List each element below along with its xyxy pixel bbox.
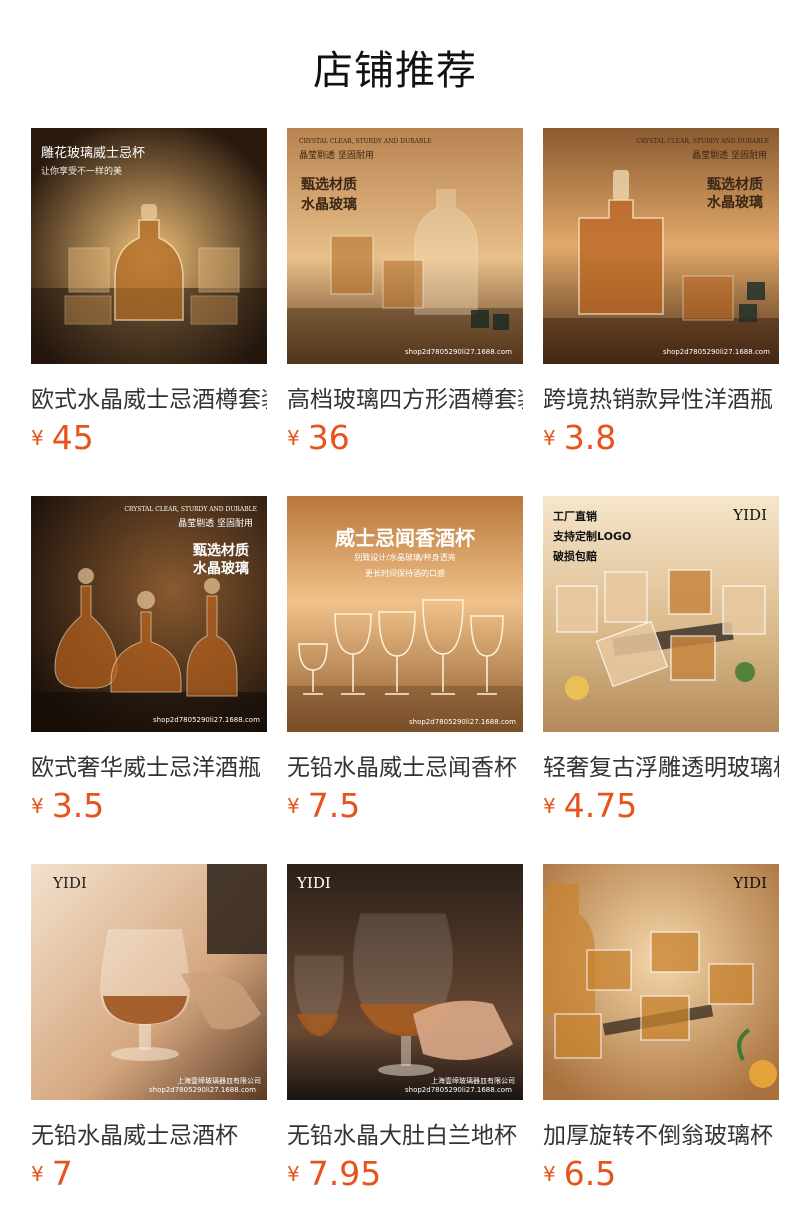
brand-logo: YIDI (733, 506, 767, 524)
image-caption: 甄选材质 (301, 177, 357, 193)
currency-symbol: ¥ (31, 426, 44, 450)
image-caption: CRYSTAL CLEAR, STURDY AND DURABLE (636, 138, 769, 145)
currency-symbol: ¥ (31, 1162, 44, 1186)
product-image[interactable]: CRYSTAL CLEAR, STURDY AND DURABLE 晶莹剔透 坚… (287, 128, 523, 364)
price-value: 36 (307, 418, 350, 457)
product-card[interactable]: CRYSTAL CLEAR, STURDY AND DURABLE 晶莹剔透 坚… (31, 496, 267, 825)
square-decanter-icon (543, 128, 779, 364)
product-card[interactable]: YIDI 加厚旋转不倒翁玻璃杯 ¥6.5 (543, 864, 779, 1193)
brand-logo: YIDI (53, 874, 87, 892)
tumbler-glasses-icon (543, 864, 779, 1100)
image-caption: 雕花玻璃威士忌杯 (41, 146, 146, 161)
brand-logo: YIDI (297, 874, 331, 892)
product-name[interactable]: 无铅水晶威士忌闻香杯 (287, 748, 523, 782)
image-caption: shop2d7805290li27.1688.com (663, 348, 770, 356)
currency-symbol: ¥ (287, 426, 300, 450)
image-caption: shop2d7805290li27.1688.com (405, 348, 512, 356)
product-image[interactable]: YIDI 上海壹缔玻璃器皿有限公司 shop2d7805290li27.1688… (31, 864, 267, 1100)
image-caption: CRYSTAL CLEAR, STURDY AND DURABLE (124, 506, 257, 513)
product-image[interactable]: 威士忌闻香酒杯 别致设计/水晶玻璃/杯身透亮 更长时间保持酒的口感 shop2d… (287, 496, 523, 732)
image-caption: shop2d7805290li27.1688.com (405, 1086, 512, 1094)
price-value: 7 (51, 1154, 73, 1193)
product-card[interactable]: YIDI 上海壹缔玻璃器皿有限公司 shop2d7805290li27.1688… (287, 864, 523, 1193)
image-caption: 晶莹剔透 坚固耐用 (692, 151, 767, 161)
tulip-glass-icon (31, 864, 267, 1100)
product-image[interactable]: 工厂直销 支持定制LOGO 破损包赔 YIDI (543, 496, 779, 732)
page-title: 店铺推荐 (313, 48, 477, 94)
product-name[interactable]: 跨境热销款异性洋酒瓶 (543, 380, 779, 414)
currency-symbol: ¥ (31, 794, 44, 818)
product-price: ¥3.8 (543, 418, 616, 457)
product-name[interactable]: 加厚旋转不倒翁玻璃杯 (543, 1116, 779, 1150)
product-card[interactable]: YIDI 上海壹缔玻璃器皿有限公司 shop2d7805290li27.1688… (31, 864, 267, 1193)
product-image[interactable]: YIDI (543, 864, 779, 1100)
image-caption: 工厂直销 (553, 510, 597, 523)
image-caption: 晶莹剔透 坚固耐用 (299, 151, 374, 161)
product-card[interactable]: CRYSTAL CLEAR, STURDY AND DURABLE 晶莹剔透 坚… (543, 128, 779, 457)
product-card[interactable]: CRYSTAL CLEAR, STURDY AND DURABLE 晶莹剔透 坚… (287, 128, 523, 457)
product-card[interactable]: 雕花玻璃威士忌杯 让你享受不一样的美 欧式水晶威士忌酒樽套装 ¥45 (31, 128, 267, 457)
brand-logo: YIDI (733, 874, 767, 892)
price-value: 7.5 (307, 786, 361, 825)
three-decanters-icon (31, 496, 267, 732)
image-caption: 上海壹缔玻璃器皿有限公司 (177, 1077, 261, 1085)
image-caption: 更长时间保持酒的口感 (365, 569, 445, 578)
image-caption: 甄选材质 (707, 177, 763, 193)
image-caption: 支持定制LOGO (553, 530, 632, 543)
price-value: 4.75 (563, 786, 638, 825)
image-caption: 上海壹缔玻璃器皿有限公司 (431, 1077, 515, 1085)
decanter-glasses-icon (287, 128, 523, 364)
currency-symbol: ¥ (287, 794, 300, 818)
product-image[interactable]: CRYSTAL CLEAR, STURDY AND DURABLE 晶莹剔透 坚… (543, 128, 779, 364)
product-image[interactable]: CRYSTAL CLEAR, STURDY AND DURABLE 晶莹剔透 坚… (31, 496, 267, 732)
price-value: 3.8 (563, 418, 617, 457)
product-name[interactable]: 无铅水晶威士忌酒杯 (31, 1116, 267, 1150)
image-caption: 水晶玻璃 (193, 561, 249, 577)
product-name[interactable]: 欧式水晶威士忌酒樽套装 (31, 380, 267, 414)
price-value: 3.5 (51, 786, 105, 825)
image-caption: 别致设计/水晶玻璃/杯身透亮 (354, 553, 456, 562)
product-price: ¥45 (31, 418, 94, 457)
product-price: ¥7 (31, 1154, 73, 1193)
image-caption: 甄选材质 (193, 543, 249, 559)
image-caption: 水晶玻璃 (707, 195, 763, 211)
brandy-snifter-icon (287, 864, 523, 1100)
image-caption: CRYSTAL CLEAR, STURDY AND DURABLE (299, 138, 432, 145)
image-caption: 破损包赔 (553, 550, 597, 563)
currency-symbol: ¥ (287, 1162, 300, 1186)
image-caption: 威士忌闻香酒杯 (335, 526, 475, 550)
image-caption: 水晶玻璃 (301, 197, 357, 213)
product-price: ¥36 (287, 418, 350, 457)
shop-recommendations-page: 店铺推荐 雕花玻璃威士忌杯 让你享受不一样的美 欧式水晶威士忌酒樽套装 ¥45 (0, 0, 790, 1232)
price-value: 45 (51, 418, 94, 457)
currency-symbol: ¥ (543, 426, 556, 450)
price-value: 7.95 (307, 1154, 382, 1193)
product-price: ¥3.5 (31, 786, 104, 825)
currency-symbol: ¥ (543, 1162, 556, 1186)
product-card[interactable]: 工厂直销 支持定制LOGO 破损包赔 YIDI 轻奢复古浮雕透明玻璃杯 ¥4.7… (543, 496, 779, 825)
price-value: 6.5 (563, 1154, 617, 1193)
product-name[interactable]: 欧式奢华威士忌洋酒瓶 (31, 748, 267, 782)
product-name[interactable]: 无铅水晶大肚白兰地杯 (287, 1116, 523, 1150)
product-name[interactable]: 轻奢复古浮雕透明玻璃杯 (543, 748, 779, 782)
image-caption: shop2d7805290li27.1688.com (153, 716, 260, 724)
image-caption: 让你享受不一样的美 (41, 167, 123, 177)
product-name[interactable]: 高档玻璃四方形酒樽套装 (287, 380, 523, 414)
product-image[interactable]: YIDI 上海壹缔玻璃器皿有限公司 shop2d7805290li27.1688… (287, 864, 523, 1100)
product-price: ¥7.95 (287, 1154, 381, 1193)
product-image[interactable]: 雕花玻璃威士忌杯 让你享受不一样的美 (31, 128, 267, 364)
image-caption: shop2d7805290li27.1688.com (149, 1086, 256, 1094)
image-caption: 晶莹剔透 坚固耐用 (178, 519, 253, 529)
product-price: ¥6.5 (543, 1154, 616, 1193)
product-price: ¥4.75 (543, 786, 637, 825)
image-caption: shop2d7805290li27.1688.com (409, 718, 516, 726)
product-price: ¥7.5 (287, 786, 360, 825)
product-card[interactable]: 威士忌闻香酒杯 别致设计/水晶玻璃/杯身透亮 更长时间保持酒的口感 shop2d… (287, 496, 523, 825)
currency-symbol: ¥ (543, 794, 556, 818)
